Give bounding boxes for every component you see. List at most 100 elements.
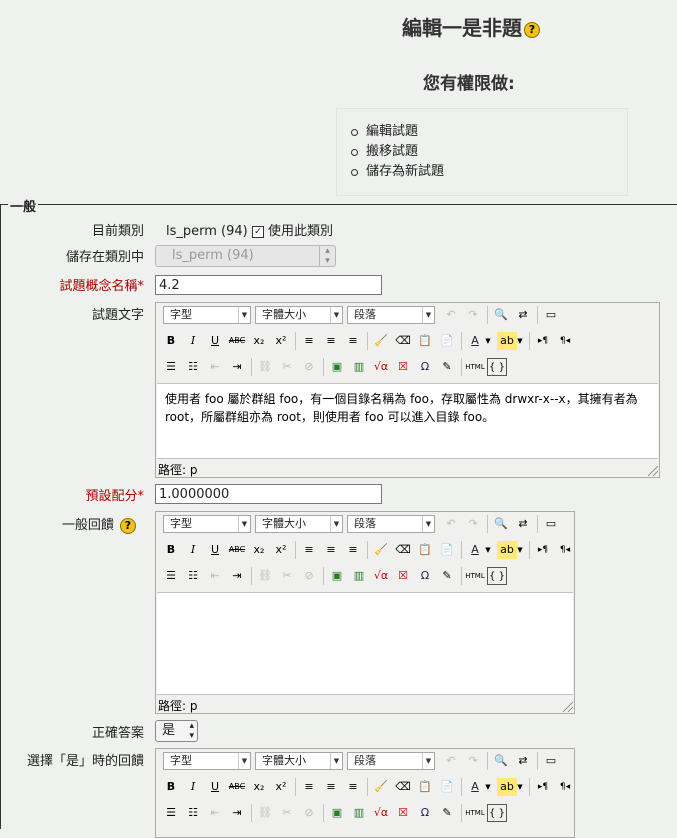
replace-icon[interactable]: ⇄ xyxy=(513,752,533,770)
unlink-icon[interactable]: ✂ xyxy=(277,358,297,376)
media-icon[interactable]: ▥ xyxy=(349,358,369,376)
indent-icon[interactable]: ⇥ xyxy=(227,358,247,376)
redo-icon[interactable]: ↷ xyxy=(463,752,483,770)
align-center-icon[interactable]: ≡ xyxy=(321,332,341,350)
subscript-icon[interactable]: x₂ xyxy=(249,332,269,350)
equation-icon[interactable]: √α xyxy=(371,567,391,585)
eraser-icon[interactable]: ⌫ xyxy=(393,778,413,796)
replace-icon[interactable]: ⇄ xyxy=(513,515,533,533)
html-source-icon[interactable]: HTML xyxy=(465,358,485,376)
italic-icon[interactable]: I xyxy=(183,778,203,796)
italic-icon[interactable]: I xyxy=(183,541,203,559)
paste-word-icon[interactable]: 📄 xyxy=(437,778,457,796)
fullscreen-icon[interactable]: ▭ xyxy=(541,752,561,770)
highlight-dropdown-icon[interactable]: ▼ xyxy=(515,332,525,350)
eraser-icon[interactable]: ⌫ xyxy=(393,541,413,559)
numbered-list-icon[interactable]: ☷ xyxy=(183,804,203,822)
correct-answer-select[interactable]: 是 ▴ ▾ xyxy=(155,720,198,742)
code-icon[interactable]: { } xyxy=(487,567,507,585)
find-icon[interactable]: 🔍 xyxy=(491,306,511,324)
general-feedback-content[interactable] xyxy=(157,592,573,695)
format-select[interactable]: 段落 ▼ xyxy=(347,306,435,324)
rtl-icon[interactable]: ¶◂ xyxy=(555,332,575,350)
bullet-list-icon[interactable]: ☰ xyxy=(161,567,181,585)
superscript-icon[interactable]: x² xyxy=(271,541,291,559)
edit-icon[interactable]: ✎ xyxy=(437,567,457,585)
superscript-icon[interactable]: x² xyxy=(271,332,291,350)
bold-icon[interactable]: B xyxy=(161,778,181,796)
font-family-select[interactable]: 字型 ▼ xyxy=(163,306,251,324)
subscript-icon[interactable]: x₂ xyxy=(249,778,269,796)
text-color-icon[interactable]: A xyxy=(465,778,485,796)
ltr-icon[interactable]: ▸¶ xyxy=(533,332,553,350)
fullscreen-icon[interactable]: ▭ xyxy=(541,306,561,324)
indent-icon[interactable]: ⇥ xyxy=(227,804,247,822)
numbered-list-icon[interactable]: ☷ xyxy=(183,358,203,376)
help-icon[interactable]: ? xyxy=(120,517,136,534)
paste-text-icon[interactable]: 📋 xyxy=(415,778,435,796)
html-source-icon[interactable]: HTML xyxy=(465,567,485,585)
align-left-icon[interactable]: ≡ xyxy=(299,541,319,559)
rtl-icon[interactable]: ¶◂ xyxy=(555,778,575,796)
unlink-icon[interactable]: ✂ xyxy=(277,804,297,822)
undo-icon[interactable]: ↶ xyxy=(441,515,461,533)
font-size-select[interactable]: 字體大小 ▼ xyxy=(255,515,343,533)
bold-icon[interactable]: B xyxy=(161,332,181,350)
outdent-icon[interactable]: ⇤ xyxy=(205,804,225,822)
find-icon[interactable]: 🔍 xyxy=(491,752,511,770)
resize-handle-icon[interactable] xyxy=(648,466,658,476)
format-select[interactable]: 段落 ▼ xyxy=(347,752,435,770)
link-icon[interactable]: ⛓ xyxy=(255,567,275,585)
align-right-icon[interactable]: ≡ xyxy=(343,541,363,559)
underline-icon[interactable]: U xyxy=(205,778,225,796)
omega-icon[interactable]: Ω xyxy=(415,567,435,585)
find-icon[interactable]: 🔍 xyxy=(491,515,511,533)
undo-icon[interactable]: ↶ xyxy=(441,306,461,324)
text-color-icon[interactable]: A xyxy=(465,541,485,559)
ltr-icon[interactable]: ▸¶ xyxy=(533,778,553,796)
paste-word-icon[interactable]: 📄 xyxy=(437,541,457,559)
font-family-select[interactable]: 字型 ▼ xyxy=(163,515,251,533)
highlight-color-icon[interactable]: ab xyxy=(497,778,517,796)
align-center-icon[interactable]: ≡ xyxy=(321,541,341,559)
image-icon[interactable]: ▣ xyxy=(327,804,347,822)
nolink-icon[interactable]: ⊘ xyxy=(299,567,319,585)
highlight-color-icon[interactable]: ab xyxy=(497,541,517,559)
code-icon[interactable]: { } xyxy=(487,358,507,376)
omega-icon[interactable]: Ω xyxy=(415,358,435,376)
question-text-content[interactable]: 使用者 foo 屬於群組 foo，有一個目錄名稱為 foo，存取屬性為 drwx… xyxy=(157,383,658,459)
bullet-list-icon[interactable]: ☰ xyxy=(161,804,181,822)
spellcheck-icon[interactable]: ☒ xyxy=(393,567,413,585)
nolink-icon[interactable]: ⊘ xyxy=(299,358,319,376)
text-color-dropdown-icon[interactable]: ▼ xyxy=(483,541,493,559)
align-left-icon[interactable]: ≡ xyxy=(299,778,319,796)
undo-icon[interactable]: ↶ xyxy=(441,752,461,770)
align-right-icon[interactable]: ≡ xyxy=(343,332,363,350)
media-icon[interactable]: ▥ xyxy=(349,567,369,585)
default-grade-input[interactable]: 1.0000000 xyxy=(155,484,382,504)
indent-icon[interactable]: ⇥ xyxy=(227,567,247,585)
nolink-icon[interactable]: ⊘ xyxy=(299,804,319,822)
align-right-icon[interactable]: ≡ xyxy=(343,778,363,796)
format-select[interactable]: 段落 ▼ xyxy=(347,515,435,533)
paste-text-icon[interactable]: 📋 xyxy=(415,332,435,350)
rtl-icon[interactable]: ¶◂ xyxy=(555,541,575,559)
spellcheck-icon[interactable]: ☒ xyxy=(393,358,413,376)
replace-icon[interactable]: ⇄ xyxy=(513,306,533,324)
spellcheck-icon[interactable]: ☒ xyxy=(393,804,413,822)
underline-icon[interactable]: U xyxy=(205,332,225,350)
redo-icon[interactable]: ↷ xyxy=(463,515,483,533)
unlink-icon[interactable]: ✂ xyxy=(277,567,297,585)
highlight-color-icon[interactable]: ab xyxy=(497,332,517,350)
image-icon[interactable]: ▣ xyxy=(327,358,347,376)
strikethrough-icon[interactable]: ABC xyxy=(227,778,247,796)
omega-icon[interactable]: Ω xyxy=(415,804,435,822)
link-icon[interactable]: ⛓ xyxy=(255,804,275,822)
font-size-select[interactable]: 字體大小 ▼ xyxy=(255,752,343,770)
highlight-dropdown-icon[interactable]: ▼ xyxy=(515,778,525,796)
numbered-list-icon[interactable]: ☷ xyxy=(183,567,203,585)
strikethrough-icon[interactable]: ABC xyxy=(227,332,247,350)
font-family-select[interactable]: 字型 ▼ xyxy=(163,752,251,770)
italic-icon[interactable]: I xyxy=(183,332,203,350)
paste-word-icon[interactable]: 📄 xyxy=(437,332,457,350)
